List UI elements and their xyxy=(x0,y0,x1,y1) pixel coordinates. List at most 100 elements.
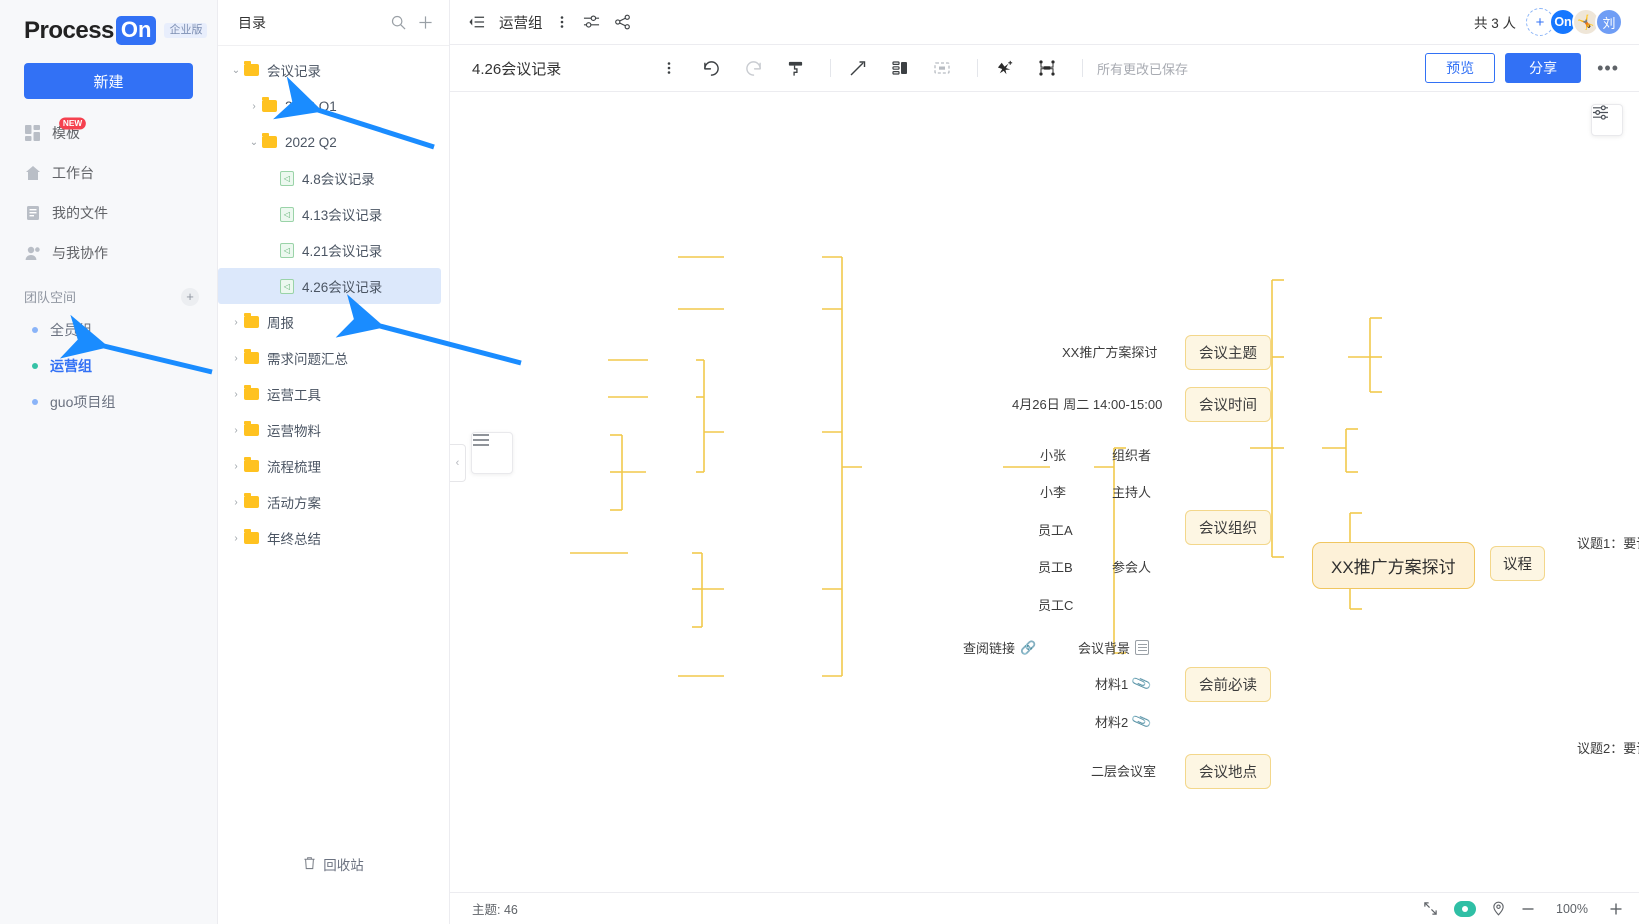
sidebar-item-collaborate[interactable]: 与我协作 xyxy=(0,233,217,273)
share-button[interactable]: 分享 xyxy=(1505,53,1581,83)
mindmap-node-topic-2[interactable]: 议题2：要讨论的主题 11 xyxy=(1577,738,1639,757)
sidebar-item-my-files[interactable]: 我的文件 xyxy=(0,193,217,233)
tree-item-folder[interactable]: ›活动方案 xyxy=(218,484,441,520)
tree-item-document[interactable]: ◁4.21会议记录 xyxy=(218,232,441,268)
mindmap-node-meeting-topic-value[interactable]: XX推广方案探讨 xyxy=(1062,342,1157,361)
add-team-icon[interactable]: + xyxy=(181,288,199,306)
chevron-right-icon[interactable]: › xyxy=(228,497,244,508)
mindmap-node-meeting-topic[interactable]: 会议主题 xyxy=(1185,335,1271,370)
mindmap-node-host-role[interactable]: 主持人 xyxy=(1112,482,1151,501)
mindmap-node-meeting-organization[interactable]: 会议组织 xyxy=(1185,510,1271,545)
link-icon[interactable]: 🔗 xyxy=(1020,640,1036,656)
tree-item-folder[interactable]: ›流程梳理 xyxy=(218,448,441,484)
team-item-guo-project[interactable]: guo项目组 xyxy=(0,384,217,420)
chevron-right-icon[interactable]: › xyxy=(228,461,244,472)
tree-item-label: 运营工具 xyxy=(267,384,321,404)
add-file-icon[interactable] xyxy=(418,15,433,30)
memo-icon[interactable] xyxy=(1135,640,1149,655)
app-root: ProcessOn 企业版 新建 模板 NEW 工作台 xyxy=(0,0,1639,924)
chevron-right-icon[interactable]: › xyxy=(228,425,244,436)
mindmap-node-attendee-a[interactable]: 员工A xyxy=(1038,520,1073,539)
mindmap-node-agenda[interactable]: 议程 xyxy=(1490,546,1545,581)
collapse-sidebar-icon[interactable] xyxy=(468,14,485,30)
mindmap-node-meeting-time-value[interactable]: 4月26日 周二 14:00-15:00 xyxy=(1012,394,1162,413)
mindmap-node-meeting-location[interactable]: 会议地点 xyxy=(1185,754,1271,789)
tree-item-folder[interactable]: ⌄2022 Q2 xyxy=(218,124,441,160)
mindmap-node-organizer-role[interactable]: 组织者 xyxy=(1112,445,1151,464)
mindmap-node-attendee-c[interactable]: 员工C xyxy=(1038,595,1073,614)
tree-item-folder[interactable]: ›需求问题汇总 xyxy=(218,340,441,376)
avatar[interactable]: 刘 xyxy=(1595,8,1623,36)
paperclip-icon[interactable]: 📎 xyxy=(1130,672,1153,695)
document-title[interactable]: 4.26会议记录 xyxy=(472,58,652,79)
team-item-all[interactable]: 全员组 xyxy=(0,312,217,348)
team-item-operations[interactable]: 运营组 xyxy=(0,348,217,384)
mindmap-node-reference-link[interactable]: 查阅链接 🔗 xyxy=(963,638,1036,657)
mindmap-node-meeting-background[interactable]: 会议背景 xyxy=(1078,638,1149,657)
tree-item-folder[interactable]: ›年终总结 xyxy=(218,520,441,556)
zoom-level[interactable]: 100% xyxy=(1551,902,1593,916)
tree-item-folder[interactable]: › 运营工具 xyxy=(218,376,441,412)
mindmap-node-host-name[interactable]: 小李 xyxy=(1040,482,1066,501)
mindmap-node-material-1[interactable]: 材料1 📎 xyxy=(1095,674,1151,693)
canvas-collapse-handle[interactable]: ‹ xyxy=(450,444,466,482)
mindmap-node-pre-reading[interactable]: 会前必读 xyxy=(1185,667,1271,702)
connector-line-icon[interactable] xyxy=(841,53,875,83)
share-nodes-icon[interactable] xyxy=(614,14,631,30)
tree-item-folder[interactable]: ›周报 xyxy=(218,304,441,340)
chevron-down-icon[interactable]: ⌄ xyxy=(246,137,262,148)
chevron-right-icon[interactable]: › xyxy=(246,101,262,112)
tree-item-document[interactable]: ◁4.13会议记录 xyxy=(218,196,441,232)
tree-item-folder[interactable]: ›2022 Q1 xyxy=(218,88,441,124)
folder-icon xyxy=(244,352,259,364)
editor-toolbar: 4.26会议记录 xyxy=(450,45,1639,92)
sidebar-item-workbench[interactable]: 工作台 xyxy=(0,153,217,193)
sidebar-item-template[interactable]: 模板 NEW xyxy=(0,113,217,153)
left-navigation: ProcessOn 企业版 新建 模板 NEW 工作台 xyxy=(0,0,218,924)
mindmap-canvas[interactable]: XX推广方案探讨 会议主题 4月26日 周二 14:00-15:00 会议时间 … xyxy=(450,92,1639,892)
team-more-icon[interactable] xyxy=(555,14,569,30)
zoom-in-button[interactable] xyxy=(1609,902,1623,916)
preview-button[interactable]: 预览 xyxy=(1425,53,1495,83)
chevron-right-icon[interactable]: › xyxy=(228,533,244,544)
mindmap-node-topic-1[interactable]: 议题1：要讨论的主题 xyxy=(1577,533,1639,552)
mindmap-node-organizer-name[interactable]: 小张 xyxy=(1040,445,1066,464)
style-panel-toggle[interactable] xyxy=(1591,104,1623,136)
zoom-out-button[interactable] xyxy=(1521,902,1535,916)
layout-structure-icon[interactable] xyxy=(883,53,917,83)
document-more-icon[interactable] xyxy=(652,53,686,83)
tree-item-folder[interactable]: ⌄会议记录 xyxy=(218,52,441,88)
structure-map-icon[interactable] xyxy=(1030,53,1064,83)
redo-icon[interactable] xyxy=(736,53,770,83)
format-painter-icon[interactable] xyxy=(778,53,812,83)
settings-sliders-icon[interactable] xyxy=(583,14,600,30)
tree-item-document[interactable]: ◁4.26会议记录 xyxy=(218,268,441,304)
mindmap-node-attendee-role[interactable]: 参会人 xyxy=(1112,557,1151,576)
chevron-right-icon[interactable]: › xyxy=(228,317,244,328)
sidebar-item-label: 我的文件 xyxy=(52,203,108,223)
mindmap-node-material-2[interactable]: 材料2 📎 xyxy=(1095,712,1151,731)
mindmap-node-meeting-time[interactable]: 会议时间 xyxy=(1185,387,1271,422)
recycle-bin-button[interactable]: 回收站 xyxy=(218,854,449,874)
presentation-eye-icon[interactable] xyxy=(1454,901,1476,917)
undo-icon[interactable] xyxy=(694,53,728,83)
collaborator-count: 共 3 人 xyxy=(1474,12,1516,32)
search-icon[interactable] xyxy=(391,15,406,30)
selection-frame-icon[interactable] xyxy=(925,53,959,83)
chevron-right-icon[interactable]: › xyxy=(228,389,244,400)
logo[interactable]: ProcessOn 企业版 xyxy=(0,0,217,45)
chevron-right-icon[interactable]: › xyxy=(228,353,244,364)
mindmap-node-meeting-location-value[interactable]: 二层会议室 xyxy=(1091,761,1156,780)
fit-screen-icon[interactable] xyxy=(1423,901,1438,916)
magic-wand-icon[interactable] xyxy=(988,53,1022,83)
chevron-down-icon[interactable]: ⌄ xyxy=(228,65,244,76)
tree-item-document[interactable]: ◁4.8会议记录 xyxy=(218,160,441,196)
paperclip-icon[interactable]: 📎 xyxy=(1130,710,1153,733)
mindmap-root-node[interactable]: XX推广方案探讨 xyxy=(1312,542,1475,589)
location-pin-icon[interactable] xyxy=(1492,901,1505,916)
new-button[interactable]: 新建 xyxy=(24,63,193,99)
canvas-outline-toggle[interactable] xyxy=(471,432,513,474)
toolbar-more-icon[interactable]: ••• xyxy=(1591,58,1625,79)
tree-item-folder[interactable]: ›运营物料 xyxy=(218,412,441,448)
mindmap-node-attendee-b[interactable]: 员工B xyxy=(1038,557,1073,576)
